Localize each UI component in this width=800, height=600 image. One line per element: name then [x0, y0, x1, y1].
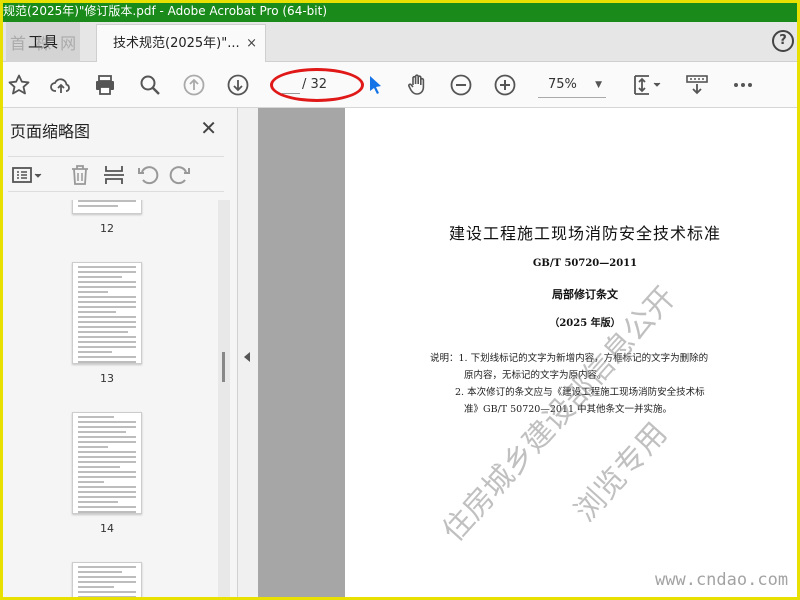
- collapse-arrow-icon: [244, 352, 250, 362]
- thumbnail-label: 13: [100, 372, 114, 385]
- options-menu-icon[interactable]: [10, 163, 46, 187]
- scrollbar-thumb[interactable]: [222, 352, 225, 382]
- tab-document[interactable]: 技术规范(2025年)"... ×: [96, 24, 266, 62]
- document-title: 建设工程施工现场消防安全技术标准: [448, 224, 721, 243]
- chevron-down-icon: ▼: [595, 80, 602, 90]
- panel-close-icon[interactable]: ✕: [200, 116, 217, 140]
- site-watermark: 首 株 网: [10, 34, 79, 53]
- document-year: （2025 年版）: [549, 318, 621, 329]
- fit-page-icon[interactable]: [630, 72, 664, 98]
- tab-close-icon[interactable]: ×: [246, 25, 257, 63]
- insert-page-icon[interactable]: [102, 163, 126, 187]
- zoom-select[interactable]: 75% ▼: [538, 72, 606, 98]
- rotate-cw-icon[interactable]: [168, 163, 192, 187]
- panel-toolbar: [8, 156, 224, 192]
- thumbnails-panel: 页面缩略图 ✕ 12 13 14: [0, 108, 238, 600]
- panel-scrollbar[interactable]: [218, 200, 230, 600]
- panel-title: 页面缩略图: [10, 122, 91, 141]
- delete-trash-icon[interactable]: [68, 163, 92, 187]
- zoom-value: 75%: [548, 77, 577, 92]
- print-icon[interactable]: [92, 72, 118, 98]
- hand-icon[interactable]: [404, 72, 430, 98]
- page-thumbnail[interactable]: [72, 562, 142, 600]
- main-toolbar: / 32 75% ▼: [0, 62, 800, 108]
- page-down-icon[interactable]: [225, 72, 251, 98]
- page-thumbnail[interactable]: [72, 200, 142, 214]
- help-icon[interactable]: ?: [772, 30, 794, 52]
- more-icon[interactable]: [730, 72, 756, 98]
- window-title-bar: 规范(2025年)"修订版本.pdf - Adobe Acrobat Pro (…: [0, 0, 800, 22]
- zoom-in-icon[interactable]: [492, 72, 518, 98]
- zoom-out-icon[interactable]: [448, 72, 474, 98]
- tab-document-label: 技术规范(2025年)"...: [113, 36, 240, 51]
- annotation-ellipse: [270, 68, 364, 102]
- window-title: 规范(2025年)"修订版本.pdf - Adobe Acrobat Pro (…: [3, 4, 327, 18]
- upload-cloud-icon[interactable]: [48, 72, 74, 98]
- panel-collapse-toggle[interactable]: [238, 108, 258, 600]
- page-thumbnail[interactable]: [72, 412, 142, 514]
- site-watermark-url: www.cndao.com: [655, 570, 789, 590]
- document-subtitle: 局部修订条文: [552, 288, 618, 301]
- rotate-ccw-icon[interactable]: [136, 163, 160, 187]
- search-zoom-icon[interactable]: [137, 72, 163, 98]
- read-mode-icon[interactable]: [684, 72, 710, 98]
- page-thumbnail[interactable]: [72, 262, 142, 364]
- select-cursor-icon[interactable]: [362, 72, 388, 98]
- standard-code: GB/T 50720—2011: [532, 258, 638, 269]
- note-line: 说明：1. 下划线标记的文字为新增内容，方框标记的文字为删除的: [430, 353, 709, 364]
- bookmark-star-icon[interactable]: [6, 72, 32, 98]
- thumbnail-label: 14: [100, 522, 114, 535]
- tab-bar: 工具 首 株 网 技术规范(2025年)"... × ?: [0, 22, 800, 62]
- pdf-page: 建设工程施工现场消防安全技术标准 GB/T 50720—2011 局部修订条文 …: [345, 108, 800, 600]
- thumbnail-label: 12: [100, 222, 114, 235]
- thumbnail-list: 12 13 14: [0, 200, 218, 600]
- page-up-icon[interactable]: [181, 72, 207, 98]
